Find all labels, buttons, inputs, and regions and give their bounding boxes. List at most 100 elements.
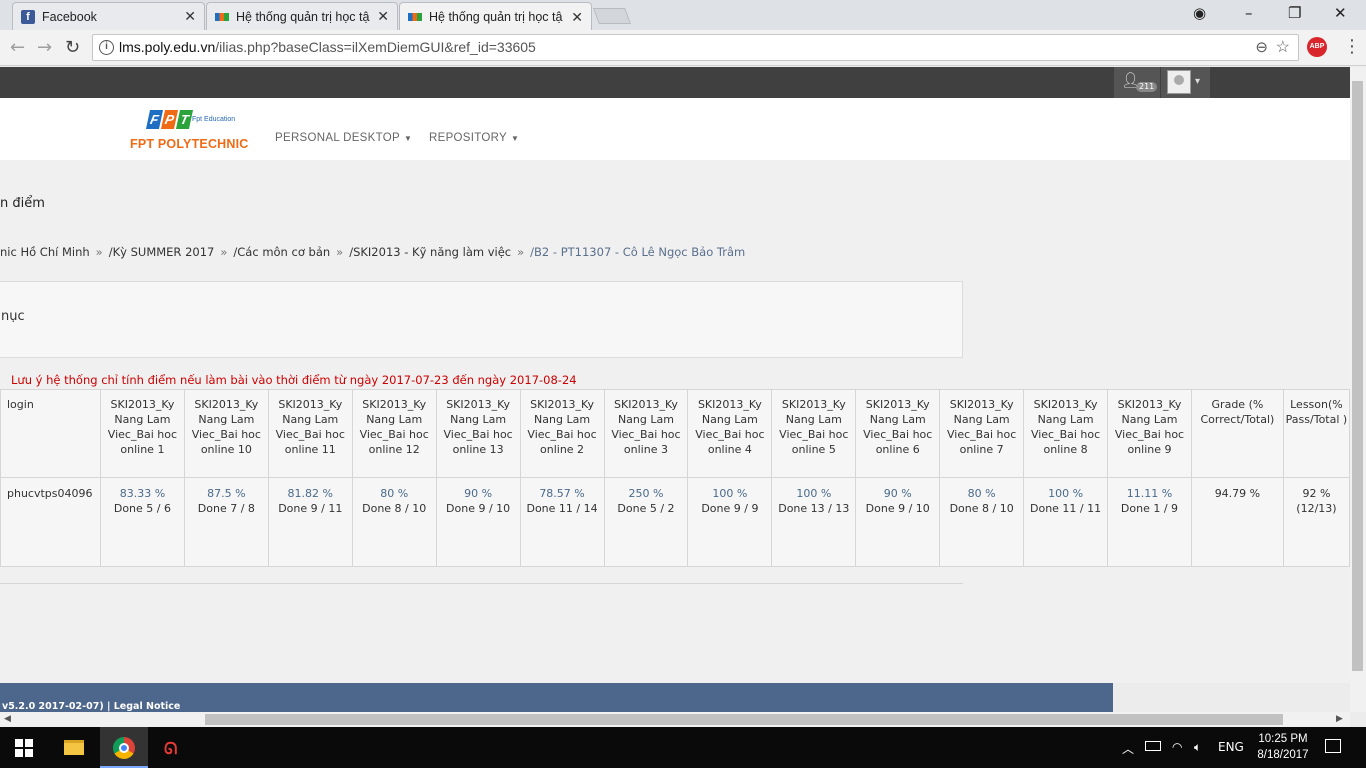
show-hidden-icons-icon[interactable]: ︿	[1122, 740, 1134, 757]
score-cell[interactable]: 90 % Done 9 / 10	[855, 477, 941, 567]
score-cell[interactable]: 78.57 % Done 11 / 14	[519, 477, 605, 567]
info-icon[interactable]: i	[99, 40, 114, 55]
garena-taskbar-button[interactable]: ᘏ	[150, 727, 198, 768]
score-cell[interactable]: 100 % Done 13 / 13	[771, 477, 857, 567]
notifications-icon[interactable]	[1325, 739, 1341, 753]
language-indicator[interactable]: ENG	[1218, 740, 1244, 754]
back-icon[interactable]: ←	[10, 37, 25, 58]
forward-icon[interactable]: →	[37, 37, 52, 58]
close-icon[interactable]: ✕	[377, 8, 389, 25]
windows-logo-icon	[15, 739, 33, 757]
zoom-icon[interactable]: ⊖	[1255, 35, 1268, 60]
score-cell[interactable]: 100 % Done 9 / 9	[687, 477, 773, 567]
score-cell[interactable]: 87.5 % Done 7 / 8	[183, 477, 269, 567]
footer-text[interactable]: v5.2.0 2017-02-07) | Legal Notice	[2, 701, 180, 712]
grades-table: login SKI2013_Ky Nang Lam Viec_Bai hoc o…	[0, 389, 1350, 567]
score-percent: 100 %	[712, 487, 748, 500]
breadcrumb-current[interactable]: /B2 - PT11307 - Cô Lê Ngọc Bảo Trâm	[530, 245, 745, 259]
tab-title: Hệ thống quản trị học tậ	[429, 10, 563, 24]
column-header: SKI2013_Ky Nang Lam Viec_Bai hoc online …	[267, 389, 353, 478]
page-title: n điểm	[0, 196, 45, 211]
battery-icon[interactable]	[1145, 741, 1161, 751]
fpt-icon	[408, 13, 422, 21]
breadcrumb-separator: »	[336, 245, 344, 259]
scroll-left-icon[interactable]: ◀	[4, 714, 11, 724]
clock[interactable]: 10:25 PM 8/18/2017	[1253, 731, 1313, 763]
close-icon[interactable]: ✕	[184, 8, 196, 25]
clock-time: 10:25 PM	[1258, 733, 1308, 745]
score-cell[interactable]: 90 % Done 9 / 10	[435, 477, 521, 567]
nav-repository[interactable]: REPOSITORY ▼	[429, 132, 519, 144]
score-done: Done 7 / 8	[197, 502, 255, 515]
new-tab-button[interactable]	[593, 8, 631, 24]
clock-date: 8/18/2017	[1257, 749, 1309, 761]
tab-strip: f Facebook ✕ Hệ thống quản trị học tậ ✕ …	[0, 0, 1366, 31]
tab-title: Facebook	[42, 9, 97, 24]
horizontal-scrollbar[interactable]: ◀ ▶	[0, 712, 1350, 727]
adblock-icon[interactable]: ABP	[1307, 37, 1327, 57]
score-done: Done 5 / 6	[113, 502, 171, 515]
site-footer: v5.2.0 2017-02-07) | Legal Notice	[0, 683, 1113, 712]
breadcrumb-item[interactable]: nic Hồ Chí Minh	[0, 245, 90, 259]
volume-icon[interactable]: 🔈︎	[1194, 740, 1201, 755]
chrome-taskbar-button[interactable]	[100, 727, 148, 768]
fpt-polytechnic-logo[interactable]: F P T Fpt Education FPT POLYTECHNIC	[130, 108, 260, 152]
grade-cell: 94.79 %	[1190, 477, 1284, 567]
breadcrumb-item[interactable]: /Kỳ SUMMER 2017	[109, 245, 215, 259]
nav-personal-desktop[interactable]: PERSONAL DESKTOP ▼	[275, 132, 412, 144]
tab-lms-2[interactable]: Hệ thống quản trị học tậ ✕	[399, 2, 592, 31]
start-button[interactable]	[0, 727, 48, 768]
column-header-lesson: Lesson(% Pass/Total )	[1282, 389, 1350, 478]
browser-menu-icon[interactable]: ⋮	[1343, 36, 1361, 57]
column-header: SKI2013_Ky Nang Lam Viec_Bai hoc online …	[603, 389, 689, 478]
score-percent: 80 %	[967, 487, 996, 500]
score-cell[interactable]: 250 % Done 5 / 2	[603, 477, 689, 567]
score-cell[interactable]: 83.33 % Done 5 / 6	[99, 477, 185, 567]
breadcrumb-item[interactable]: /Các môn cơ bản	[233, 245, 330, 259]
login-cell: phucvtps04096	[0, 477, 101, 567]
scrollbar-thumb[interactable]	[1352, 81, 1363, 671]
chevron-down-icon: ▾	[1195, 76, 1201, 87]
restore-icon[interactable]: ❐	[1288, 4, 1301, 22]
online-users-count: 211	[1136, 82, 1158, 92]
close-icon[interactable]: ✕	[571, 9, 583, 26]
score-done: Done 9 / 9	[701, 502, 759, 515]
avatar	[1167, 70, 1191, 94]
score-percent: 100 %	[796, 487, 832, 500]
scrollbar-thumb[interactable]	[205, 714, 1283, 725]
score-cell[interactable]: 80 % Done 8 / 10	[351, 477, 437, 567]
scroll-right-icon[interactable]: ▶	[1336, 714, 1343, 724]
score-cell[interactable]: 81.82 % Done 9 / 11	[267, 477, 353, 567]
online-users-button[interactable]: 👤︎ 211	[1114, 67, 1160, 98]
nav-label: REPOSITORY	[429, 132, 507, 144]
column-header: SKI2013_Ky Nang Lam Viec_Bai hoc online …	[939, 389, 1025, 478]
bookmark-star-icon[interactable]: ☆	[1276, 35, 1290, 60]
tab-lms-1[interactable]: Hệ thống quản trị học tậ ✕	[206, 2, 398, 30]
logo-letter: T	[175, 110, 194, 129]
minimize-icon[interactable]: –	[1245, 4, 1253, 22]
vertical-scrollbar[interactable]	[1350, 67, 1366, 712]
column-header: SKI2013_Ky Nang Lam Viec_Bai hoc online …	[855, 389, 941, 478]
file-explorer-button[interactable]	[50, 727, 98, 768]
reload-icon[interactable]: ↻	[65, 37, 80, 58]
score-done: Done 9 / 10	[865, 502, 930, 515]
user-menu-button[interactable]: ▾	[1161, 67, 1210, 98]
breadcrumb-item[interactable]: /SKI2013 - Kỹ năng làm việc	[349, 245, 511, 259]
tab-facebook[interactable]: f Facebook ✕	[12, 2, 205, 30]
main-content: n điểm nic Hồ Chí Minh » /Kỳ SUMMER 2017 » /…	[0, 160, 1350, 683]
column-header: SKI2013_Ky Nang Lam Viec_Bai hoc online …	[435, 389, 521, 478]
folder-icon	[64, 740, 84, 755]
lesson-cell: 92 % (12/13)	[1282, 477, 1350, 567]
wifi-icon[interactable]: ◠	[1172, 740, 1182, 754]
score-cell[interactable]: 11.11 % Done 1 / 9	[1107, 477, 1192, 567]
table-row: phucvtps04096 83.33 % Done 5 / 6 87.5 % Do…	[0, 477, 1350, 567]
score-cell[interactable]: 80 % Done 8 / 10	[939, 477, 1025, 567]
profile-icon[interactable]: ◉	[1193, 4, 1206, 22]
browser-toolbar: ← → ↻ i lms.poly.edu.vn/ilias.php?baseCl…	[0, 30, 1366, 66]
site-header: F P T Fpt Education FPT POLYTECHNIC PERS…	[0, 98, 1350, 160]
section-box: nục	[0, 281, 963, 358]
score-cell[interactable]: 100 % Done 11 / 11	[1023, 477, 1109, 567]
address-bar[interactable]: i lms.poly.edu.vn/ilias.php?baseClass=il…	[92, 34, 1299, 61]
close-window-icon[interactable]: ✕	[1334, 4, 1347, 22]
breadcrumb-separator: »	[220, 245, 228, 259]
